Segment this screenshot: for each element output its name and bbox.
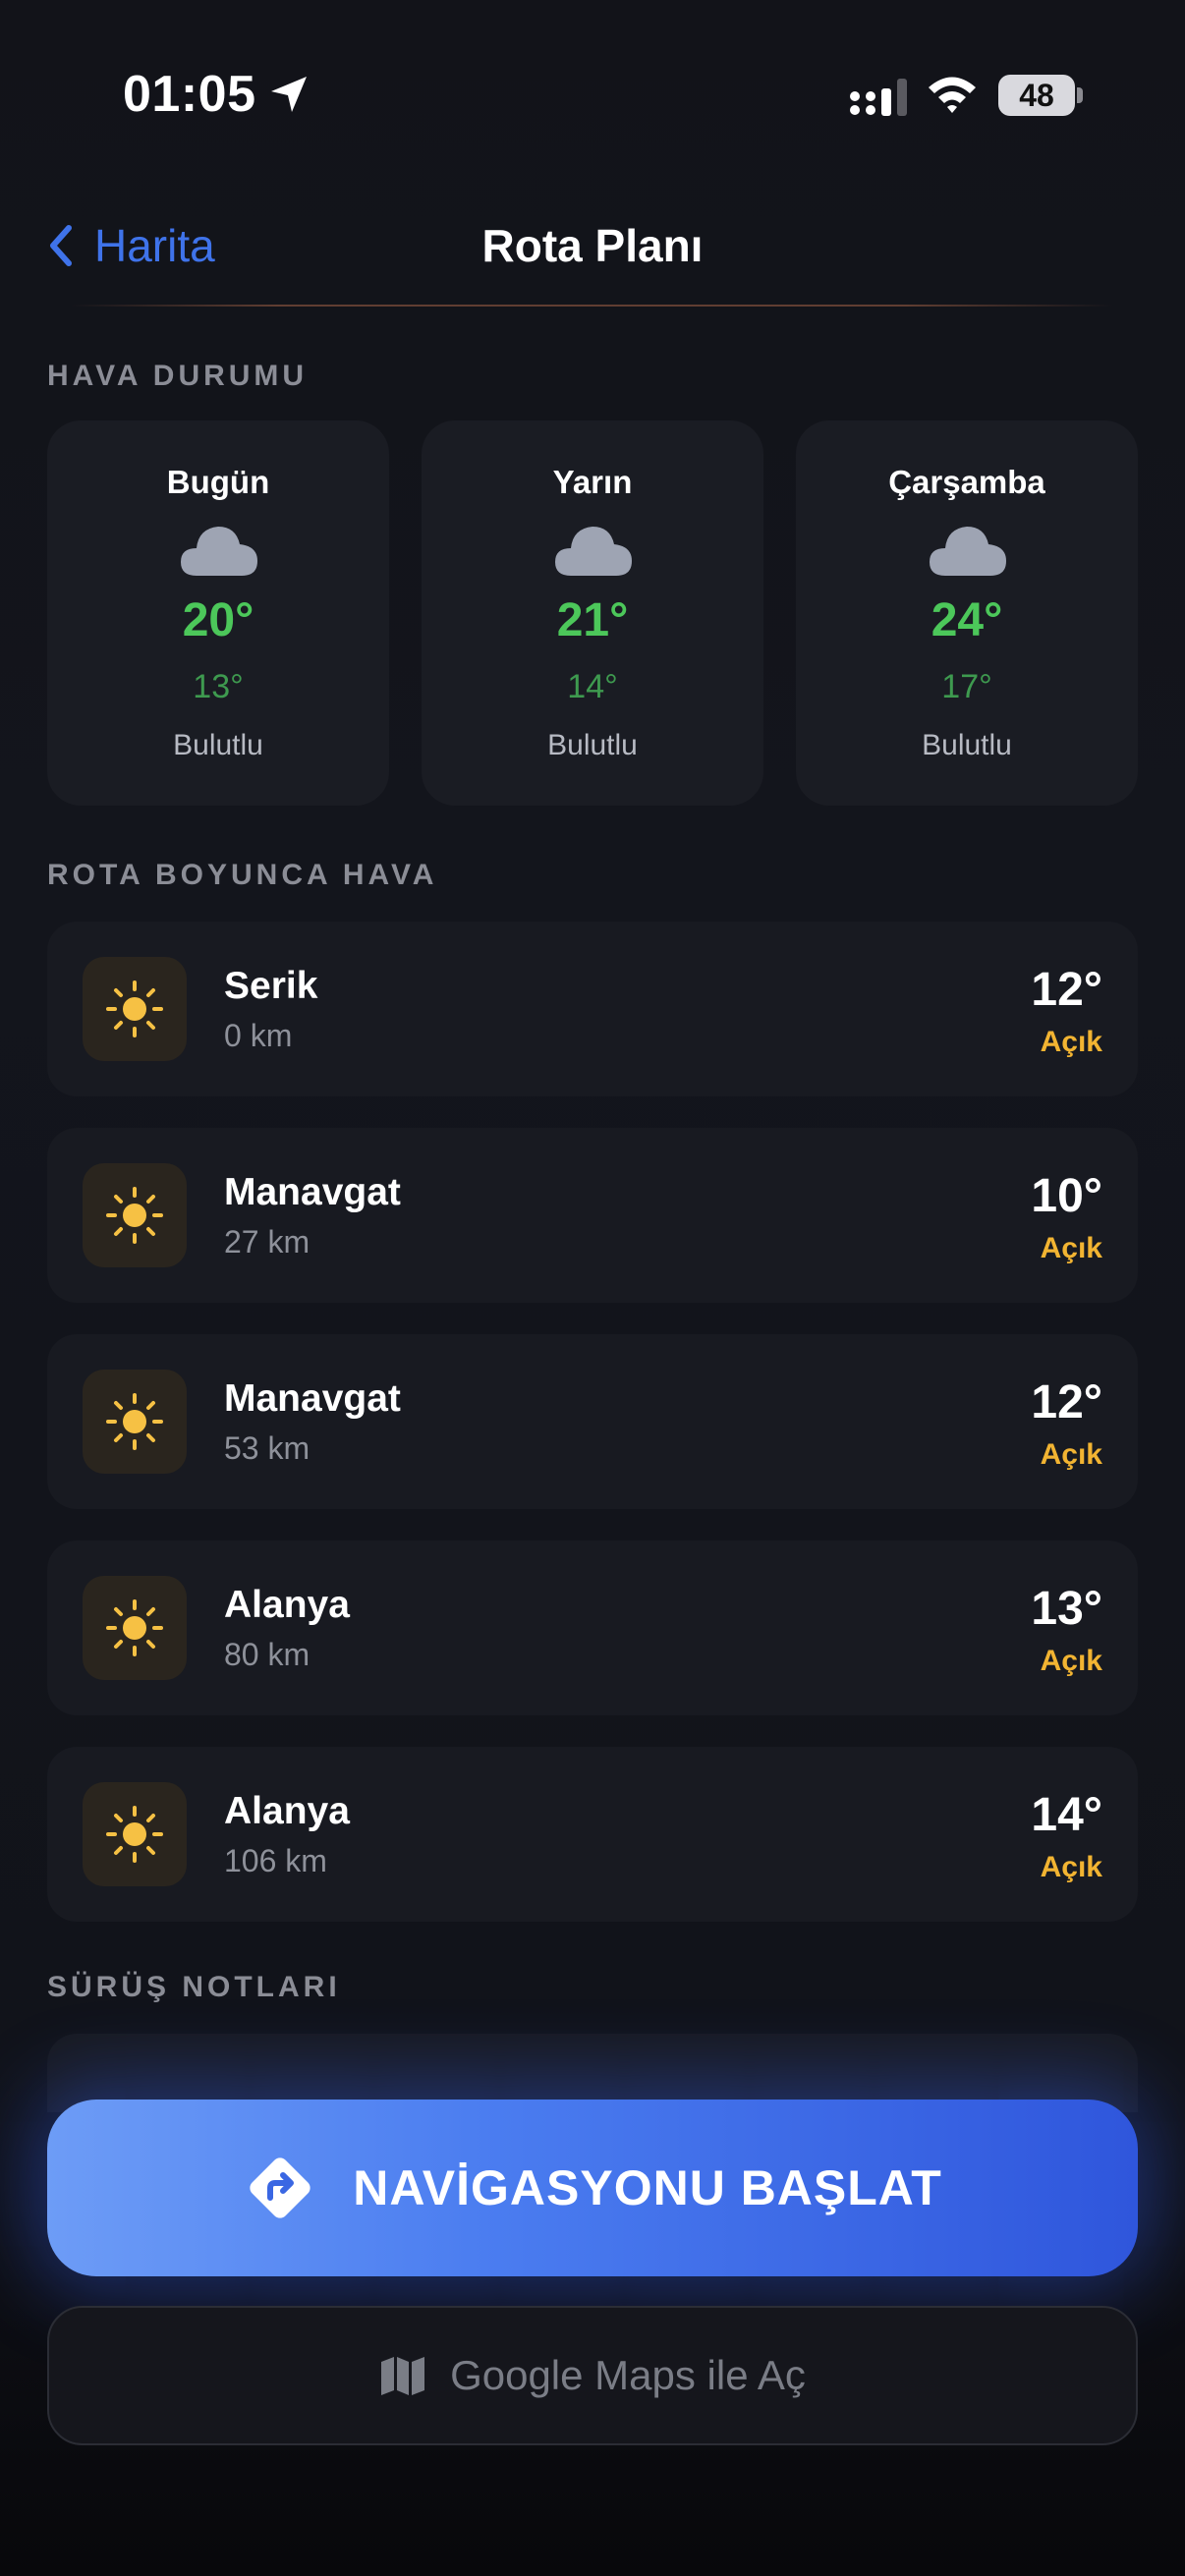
sun-icon <box>106 1393 163 1450</box>
driving-notes-section-title: SÜRÜŞ NOTLARI <box>47 1971 341 2003</box>
status-time: 01:05 <box>123 66 256 123</box>
sun-icon <box>106 1187 163 1244</box>
forecast-day: Çarşamba <box>888 464 1045 500</box>
cloud-icon <box>555 527 632 576</box>
start-navigation-label: NAVİGASYONU BAŞLAT <box>353 2160 942 2215</box>
forecast-low: 17° <box>941 668 992 705</box>
map-icon <box>381 2357 425 2395</box>
forecast-card-tomorrow: Yarın 21° 14° Bulutlu <box>422 420 763 806</box>
route-condition: Açık <box>1040 1438 1102 1471</box>
route-weather-row: Alanya 106 km 14° Açık <box>47 1747 1138 1922</box>
forecast-low: 14° <box>567 668 618 705</box>
header-divider <box>71 305 1112 307</box>
battery-cap <box>1077 87 1083 103</box>
forecast-card-today: Bugün 20° 13° Bulutlu <box>47 420 389 806</box>
battery-indicator: 48 <box>998 75 1083 118</box>
forecast-day: Bugün <box>166 464 270 500</box>
open-google-maps-button[interactable]: Google Maps ile Aç <box>47 2306 1138 2445</box>
forecast-card-wednesday: Çarşamba 24° 17° Bulutlu <box>796 420 1138 806</box>
sun-icon <box>106 1599 163 1656</box>
directions-icon <box>250 2157 310 2218</box>
route-temperature: 10° <box>1031 1170 1102 1222</box>
route-condition: Açık <box>1040 1232 1102 1264</box>
forecast-day: Yarın <box>552 464 633 500</box>
sun-icon <box>106 980 163 1037</box>
sun-icon <box>106 1806 163 1863</box>
route-temperature: 12° <box>1031 1376 1102 1428</box>
route-icon-box <box>83 1163 187 1267</box>
route-temperature: 12° <box>1031 964 1102 1016</box>
screen: 01:05 48 Harita Rota Planı HAVA DURUMU B… <box>0 0 1185 2576</box>
battery-level: 48 <box>1019 78 1054 113</box>
open-google-maps-label: Google Maps ile Aç <box>450 2352 806 2398</box>
route-condition: Açık <box>1040 1645 1102 1677</box>
cloud-icon <box>930 527 1006 576</box>
route-icon-box <box>83 1576 187 1680</box>
route-city: Manavgat <box>224 1377 401 1420</box>
route-condition: Açık <box>1040 1851 1102 1883</box>
forecast-condition: Bulutlu <box>173 729 263 761</box>
route-icon-box <box>83 1370 187 1474</box>
route-distance: 80 km <box>224 1637 310 1672</box>
cellular-signal-icon <box>850 79 907 116</box>
route-weather-row: Serik 0 km 12° Açık <box>47 922 1138 1096</box>
forecast-high: 21° <box>556 594 629 646</box>
weather-section-title: HAVA DURUMU <box>47 360 309 392</box>
forecast-high: 24° <box>931 594 1003 646</box>
wifi-icon <box>929 77 976 113</box>
route-city: Alanya <box>224 1584 350 1626</box>
page-title: Rota Planı <box>481 220 704 271</box>
route-weather-row: Manavgat 27 km 10° Açık <box>47 1128 1138 1303</box>
forecast-condition: Bulutlu <box>547 729 638 761</box>
route-city: Manavgat <box>224 1171 401 1213</box>
route-weather-row: Manavgat 53 km 12° Açık <box>47 1334 1138 1509</box>
cloud-icon <box>181 527 257 576</box>
route-icon-box <box>83 957 187 1061</box>
route-icon-box <box>83 1782 187 1886</box>
forecast-high: 20° <box>182 594 254 646</box>
route-distance: 53 km <box>224 1430 310 1466</box>
forecast-condition: Bulutlu <box>922 729 1012 761</box>
route-distance: 106 km <box>224 1843 327 1878</box>
route-temperature: 14° <box>1031 1789 1102 1841</box>
route-weather-section-title: ROTA BOYUNCA HAVA <box>47 859 438 891</box>
route-distance: 0 km <box>224 1018 293 1053</box>
start-navigation-button[interactable]: NAVİGASYONU BAŞLAT <box>47 2100 1138 2276</box>
route-temperature: 13° <box>1031 1583 1102 1635</box>
route-distance: 27 km <box>224 1224 310 1260</box>
location-arrow-icon <box>271 77 307 112</box>
forecast-low: 13° <box>193 668 244 705</box>
route-city: Alanya <box>224 1790 350 1832</box>
route-city: Serik <box>224 965 318 1007</box>
route-condition: Açık <box>1040 1026 1102 1058</box>
route-weather-row: Alanya 80 km 13° Açık <box>47 1540 1138 1715</box>
